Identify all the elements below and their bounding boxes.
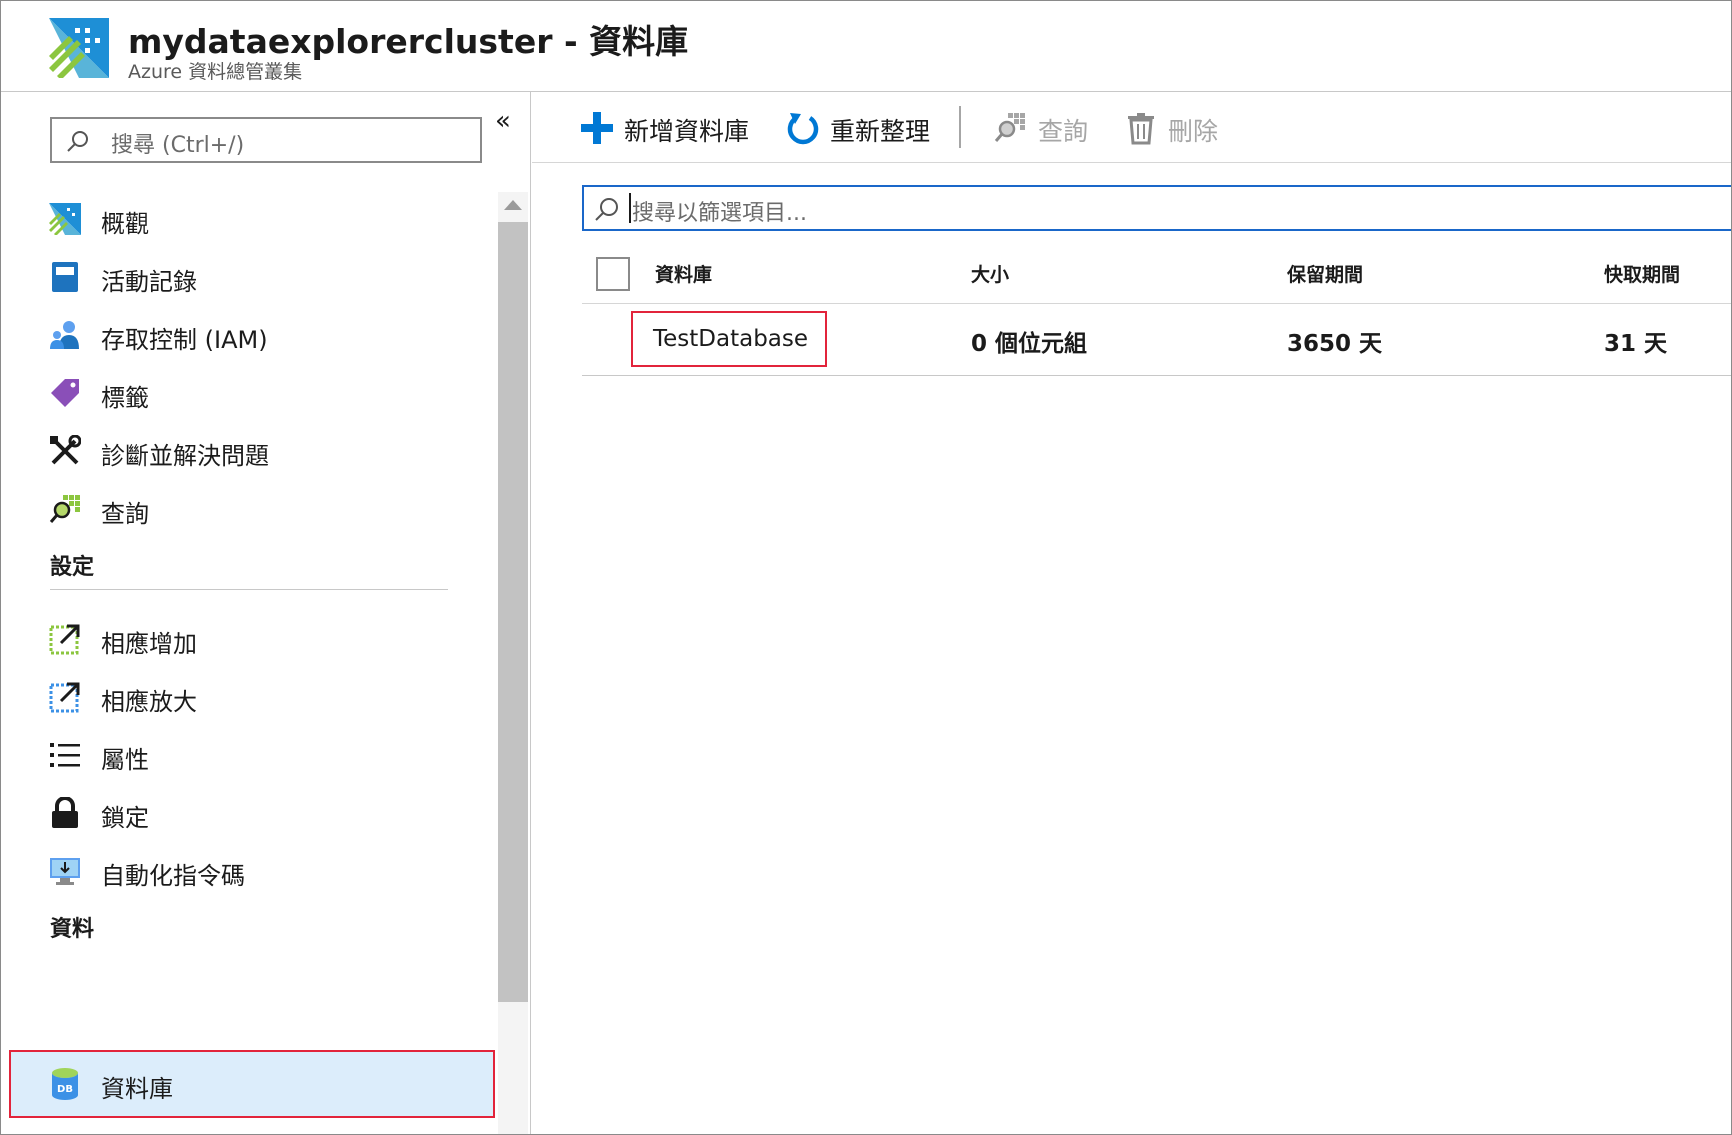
select-all-checkbox[interactable] [596, 257, 630, 291]
data-explorer-logo-icon [49, 18, 109, 78]
add-database-button[interactable]: 新增資料庫 [580, 107, 750, 147]
menu-item-access-control[interactable]: 存取控制 (IAM) [1, 307, 493, 363]
collapse-menu-button[interactable]: « [495, 106, 511, 136]
menu-item-locks[interactable]: 鎖定 [1, 785, 493, 841]
database-name: TestDatabase [653, 326, 809, 352]
menu-item-scale-out[interactable]: 相應放大 [1, 669, 493, 725]
database-retention: 3650 天 [1287, 331, 1383, 357]
scale-out-icon [49, 682, 80, 713]
menu-item-label: 資料庫 [101, 1075, 173, 1103]
lock-icon [52, 797, 78, 828]
command-bar: 新增資料庫 重新整理 查詢 刪除 [532, 92, 1731, 163]
query-label: 查詢 [1038, 117, 1089, 146]
column-header-size[interactable]: 大小 [971, 260, 1009, 287]
table-header: 資料庫 大小 保留期間 快取期間 [582, 242, 1731, 304]
menu-item-label: 存取控制 (IAM) [101, 326, 268, 354]
query-icon [994, 113, 1025, 142]
menu-search-input[interactable]: 搜尋 (Ctrl+/) [50, 117, 482, 163]
database-size: 0 個位元組 [971, 331, 1088, 357]
table-row[interactable]: TestDatabase 0 個位元組 3650 天 31 天 [582, 304, 1731, 376]
column-header-retention[interactable]: 保留期間 [1287, 260, 1363, 287]
menu-item-scale-up[interactable]: 相應增加 [1, 611, 493, 667]
menu-item-label: 屬性 [101, 746, 149, 774]
menu-item-label: 自動化指令碼 [101, 862, 245, 890]
menu-item-label: 鎖定 [101, 804, 149, 832]
automation-script-icon [50, 858, 80, 885]
add-database-label: 新增資料庫 [624, 117, 750, 146]
menu-search-placeholder: 搜尋 (Ctrl+/) [111, 133, 245, 158]
menu-item-tags[interactable]: 標籤 [1, 365, 493, 421]
blade-header: mydataexplorercluster - 資料庫 Azure 資料總管叢集 [1, 1, 1731, 92]
access-control-icon [50, 321, 79, 349]
scroll-up-arrow-icon[interactable] [504, 200, 522, 210]
refresh-icon [787, 113, 819, 145]
main-content: 新增資料庫 重新整理 查詢 刪除 搜尋以篩選項目... 資料庫 大小 保留期間 … [532, 92, 1731, 1134]
menu-item-activity-log[interactable]: 活動記錄 [1, 249, 493, 305]
scale-up-icon [49, 624, 80, 655]
column-header-database[interactable]: 資料庫 [655, 260, 712, 287]
plus-icon [581, 112, 613, 144]
page-subtitle: Azure 資料總管叢集 [128, 61, 303, 83]
window-frame: mydataexplorercluster - 資料庫 Azure 資料總管叢集… [0, 0, 1732, 1135]
menu-item-overview[interactable]: 概觀 [1, 191, 493, 247]
overview-icon [49, 203, 81, 235]
query-icon [49, 495, 80, 523]
menu-item-label: 診斷並解決問題 [101, 442, 269, 470]
menu-item-label: 標籤 [101, 384, 149, 412]
menu-item-label: 相應增加 [101, 630, 197, 658]
search-icon [67, 131, 88, 152]
properties-icon [50, 743, 80, 767]
database-icon: DB [52, 1068, 78, 1100]
toolbar-separator [959, 106, 961, 148]
trash-icon [1128, 113, 1154, 145]
menu-item-label: 概觀 [101, 210, 149, 238]
text-caret [629, 193, 631, 223]
resource-menu: 搜尋 (Ctrl+/) « 概觀 活動記錄 存取控制 (IAM) 標籤 診斷並解… [1, 92, 531, 1134]
section-divider [50, 589, 448, 590]
delete-button[interactable]: 刪除 [1124, 107, 1224, 147]
menu-item-databases[interactable]: DB 資料庫 [9, 1050, 495, 1118]
section-header-data: 資料 [50, 917, 95, 942]
menu-item-query[interactable]: 查詢 [1, 481, 493, 537]
filter-placeholder: 搜尋以篩選項目... [632, 201, 807, 226]
section-header-settings: 設定 [50, 555, 95, 580]
page-title: mydataexplorercluster - 資料庫 [128, 22, 689, 61]
wrench-icon [50, 435, 81, 465]
activity-log-icon [52, 262, 78, 292]
menu-item-label: 相應放大 [101, 688, 197, 716]
database-link[interactable]: TestDatabase [631, 311, 827, 367]
menu-item-label: 活動記錄 [101, 268, 197, 296]
filter-items-input[interactable]: 搜尋以篩選項目... [582, 185, 1731, 231]
column-header-cache[interactable]: 快取期間 [1604, 260, 1680, 287]
menu-scrollbar-thumb[interactable] [498, 222, 528, 1002]
query-button[interactable]: 查詢 [994, 107, 1094, 147]
database-cache: 31 天 [1604, 331, 1668, 357]
menu-item-properties[interactable]: 屬性 [1, 727, 493, 783]
database-icon-text: DB [57, 1084, 73, 1095]
menu-item-label: 查詢 [101, 500, 149, 528]
search-icon [595, 198, 618, 221]
refresh-label: 重新整理 [830, 117, 931, 146]
menu-item-automation-script[interactable]: 自動化指令碼 [1, 843, 493, 899]
menu-scrollbar[interactable] [498, 192, 528, 1134]
delete-label: 刪除 [1168, 117, 1219, 146]
refresh-button[interactable]: 重新整理 [786, 107, 936, 147]
menu-item-diagnose[interactable]: 診斷並解決問題 [1, 423, 493, 479]
tag-icon [51, 379, 79, 407]
